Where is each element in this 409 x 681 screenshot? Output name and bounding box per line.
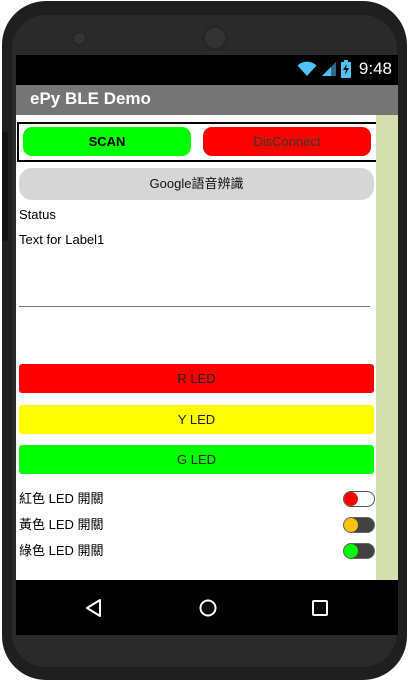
app-bar: ePy BLE Demo: [16, 85, 398, 115]
main-content: SCAN DisConnect Google語音辨識 Status Text f…: [16, 115, 378, 580]
clock: 9:48: [358, 59, 392, 78]
g-led-button[interactable]: G LED: [19, 445, 374, 474]
side-button: [2, 131, 8, 241]
proximity-sensor: [202, 25, 228, 51]
battery-icon: [340, 60, 351, 78]
scan-button[interactable]: SCAN: [23, 127, 191, 156]
connection-button-box: SCAN DisConnect: [17, 122, 378, 162]
red-led-switch-row: 紅色 LED 開關: [19, 490, 375, 508]
red-led-switch[interactable]: [343, 491, 375, 507]
back-icon[interactable]: [84, 598, 104, 618]
disconnect-button[interactable]: DisConnect: [203, 127, 371, 156]
yellow-led-switch-label: 黃色 LED 開關: [19, 517, 104, 532]
wifi-icon: [297, 61, 317, 76]
y-led-button[interactable]: Y LED: [19, 405, 374, 434]
home-icon[interactable]: [198, 598, 218, 618]
front-camera: [72, 31, 87, 46]
red-led-switch-label: 紅色 LED 開關: [19, 491, 104, 506]
switch-knob: [344, 492, 358, 506]
divider: [19, 306, 370, 307]
right-margin-strip: [376, 115, 398, 580]
green-led-switch-row: 綠色 LED 開關: [19, 542, 375, 560]
status-label: Status: [19, 207, 56, 222]
yellow-led-switch[interactable]: [343, 517, 375, 533]
signal-icon: [321, 62, 336, 76]
status-icons: 9:48: [297, 59, 392, 79]
recent-apps-icon[interactable]: [311, 599, 329, 617]
switch-knob: [344, 518, 358, 532]
r-led-button[interactable]: R LED: [19, 364, 374, 393]
green-led-switch-label: 綠色 LED 開關: [19, 543, 104, 558]
navigation-bar: [16, 580, 398, 635]
green-led-switch[interactable]: [343, 543, 375, 559]
google-speech-button[interactable]: Google語音辨識: [19, 168, 374, 200]
device-screen: 9:48 ePy BLE Demo SCAN DisConnect Google…: [16, 55, 398, 635]
status-bar: 9:48: [16, 55, 398, 85]
app-title: ePy BLE Demo: [30, 89, 151, 108]
yellow-led-switch-row: 黃色 LED 開關: [19, 516, 375, 534]
text-label1: Text for Label1: [19, 232, 105, 247]
switch-knob: [344, 544, 358, 558]
